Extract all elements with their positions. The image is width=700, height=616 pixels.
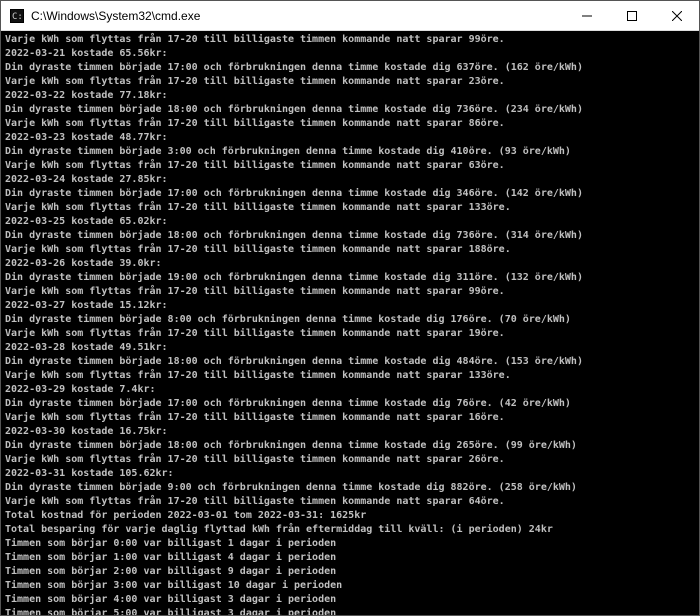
terminal-line: Total kostnad för perioden 2022-03-01 to… xyxy=(5,509,695,523)
terminal-line: Timmen som börjar 1:00 var billigast 4 d… xyxy=(5,551,695,565)
terminal-line: Varje kWh som flyttas från 17-20 till bi… xyxy=(5,117,695,131)
terminal-line: 2022-03-29 kostade 7.4kr: xyxy=(5,383,695,397)
terminal-line: 2022-03-28 kostade 49.51kr: xyxy=(5,341,695,355)
terminal-line: 2022-03-31 kostade 105.62kr: xyxy=(5,467,695,481)
terminal-line: Timmen som börjar 0:00 var billigast 1 d… xyxy=(5,537,695,551)
terminal-line: Din dyraste timmen började 18:00 och för… xyxy=(5,355,695,369)
cmd-window: C: C:\Windows\System32\cmd.exe Varje kWh… xyxy=(0,0,700,616)
terminal-line: 2022-03-22 kostade 77.18kr: xyxy=(5,89,695,103)
terminal-line: 2022-03-26 kostade 39.0kr: xyxy=(5,257,695,271)
terminal-line: 2022-03-23 kostade 48.77kr: xyxy=(5,131,695,145)
terminal-line: Varje kWh som flyttas från 17-20 till bi… xyxy=(5,159,695,173)
terminal-line: 2022-03-30 kostade 16.75kr: xyxy=(5,425,695,439)
terminal-line: Timmen som börjar 5:00 var billigast 3 d… xyxy=(5,607,695,615)
terminal-output[interactable]: Varje kWh som flyttas från 17-20 till bi… xyxy=(1,31,699,615)
cmd-icon: C: xyxy=(9,8,25,24)
terminal-line: Din dyraste timmen började 8:00 och förb… xyxy=(5,313,695,327)
terminal-line: Varje kWh som flyttas från 17-20 till bi… xyxy=(5,369,695,383)
maximize-button[interactable] xyxy=(609,1,654,30)
terminal-line: Timmen som börjar 4:00 var billigast 3 d… xyxy=(5,593,695,607)
minimize-button[interactable] xyxy=(564,1,609,30)
terminal-line: 2022-03-21 kostade 65.56kr: xyxy=(5,47,695,61)
terminal-line: Varje kWh som flyttas från 17-20 till bi… xyxy=(5,495,695,509)
terminal-line: 2022-03-24 kostade 27.85kr: xyxy=(5,173,695,187)
terminal-line: Din dyraste timmen började 17:00 och för… xyxy=(5,187,695,201)
terminal-line: Din dyraste timmen började 18:00 och för… xyxy=(5,439,695,453)
terminal-line: Varje kWh som flyttas från 17-20 till bi… xyxy=(5,33,695,47)
terminal-line: Varje kWh som flyttas från 17-20 till bi… xyxy=(5,243,695,257)
window-buttons xyxy=(564,1,699,30)
terminal-line: Din dyraste timmen började 17:00 och för… xyxy=(5,61,695,75)
terminal-line: Varje kWh som flyttas från 17-20 till bi… xyxy=(5,75,695,89)
terminal-line: Din dyraste timmen började 17:00 och för… xyxy=(5,397,695,411)
window-title: C:\Windows\System32\cmd.exe xyxy=(31,9,564,23)
titlebar[interactable]: C: C:\Windows\System32\cmd.exe xyxy=(1,1,699,31)
terminal-line: Timmen som börjar 3:00 var billigast 10 … xyxy=(5,579,695,593)
terminal-line: Din dyraste timmen började 18:00 och för… xyxy=(5,229,695,243)
close-button[interactable] xyxy=(654,1,699,30)
terminal-line: Din dyraste timmen började 9:00 och förb… xyxy=(5,481,695,495)
terminal-line: Din dyraste timmen började 19:00 och för… xyxy=(5,271,695,285)
terminal-line: Varje kWh som flyttas från 17-20 till bi… xyxy=(5,411,695,425)
terminal-line: 2022-03-25 kostade 65.02kr: xyxy=(5,215,695,229)
terminal-line: 2022-03-27 kostade 15.12kr: xyxy=(5,299,695,313)
terminal-line: Total besparing för varje daglig flyttad… xyxy=(5,523,695,537)
terminal-line: Din dyraste timmen började 18:00 och för… xyxy=(5,103,695,117)
terminal-line: Varje kWh som flyttas från 17-20 till bi… xyxy=(5,285,695,299)
terminal-line: Varje kWh som flyttas från 17-20 till bi… xyxy=(5,327,695,341)
terminal-line: Din dyraste timmen började 3:00 och förb… xyxy=(5,145,695,159)
terminal-line: Timmen som börjar 2:00 var billigast 9 d… xyxy=(5,565,695,579)
terminal-line: Varje kWh som flyttas från 17-20 till bi… xyxy=(5,453,695,467)
terminal-line: Varje kWh som flyttas från 17-20 till bi… xyxy=(5,201,695,215)
svg-text:C:: C: xyxy=(12,12,23,22)
